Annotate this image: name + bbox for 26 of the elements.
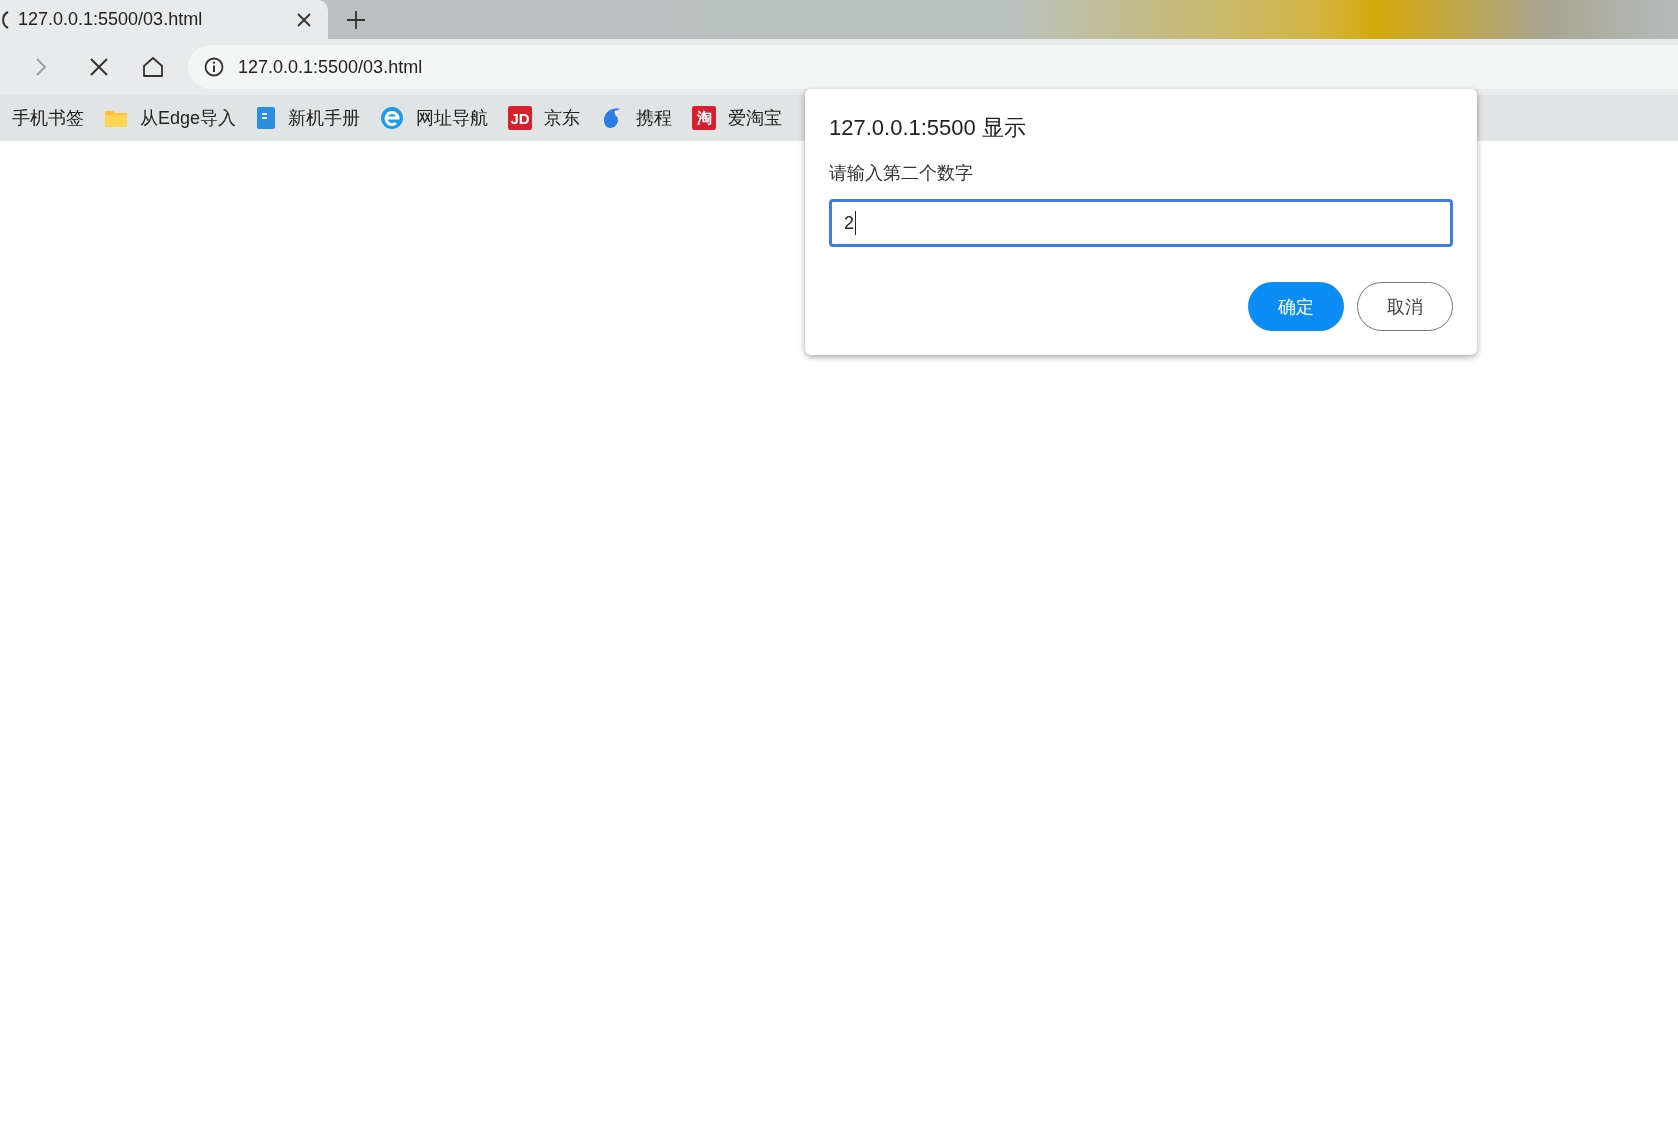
address-text: 127.0.0.1:5500/03.html	[238, 56, 423, 78]
stop-icon[interactable]	[89, 57, 109, 77]
bookmark-link[interactable]: 携程	[636, 106, 673, 130]
bookmark-link[interactable]: 网址导航	[416, 106, 489, 130]
home-icon[interactable]	[142, 56, 164, 78]
info-icon	[204, 57, 224, 77]
close-icon[interactable]	[296, 11, 312, 28]
dialog-title: 127.0.0.1:5500 显示	[829, 114, 1027, 142]
dialog-message: 请输入第二个数字	[829, 162, 974, 185]
bookmark-link[interactable]: 新机手册	[288, 106, 361, 130]
bookmark-link[interactable]: 京东	[544, 106, 581, 130]
tab-title: 127.0.0.1:5500/03.html	[18, 9, 204, 30]
folder-icon	[104, 108, 128, 128]
input-field[interactable]: 2	[829, 199, 1453, 247]
bookmark-link[interactable]: 爱淘宝	[728, 106, 783, 130]
bookmark-link[interactable]: 从Edge导入	[140, 106, 237, 130]
globe-e-icon	[380, 106, 405, 130]
bookmark-icon: 淘	[692, 106, 717, 130]
address-bar[interactable]: 127.0.0.1:5500/03.html	[188, 45, 1678, 89]
browser-tab[interactable]: 127.0.0.1:5500/03.html	[0, 0, 328, 39]
bookmark-link[interactable]: 手机书签	[12, 106, 84, 130]
new-tab-plus-icon[interactable]	[346, 9, 366, 30]
cancel-button[interactable]: 取消	[1357, 282, 1453, 331]
loading-spinner-icon	[0, 9, 10, 30]
bookmark-icon: JD	[508, 106, 533, 130]
document-icon	[256, 106, 277, 130]
